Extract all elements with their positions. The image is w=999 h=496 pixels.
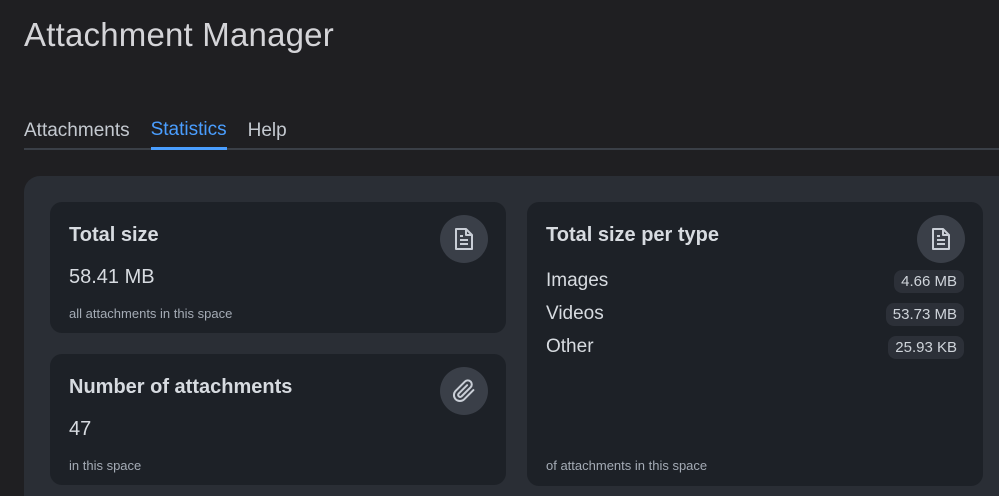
num-attachments-card: Number of attachments 47 in this space [50,354,506,485]
tab-attachments[interactable]: Attachments [24,120,130,150]
page-title: Attachment Manager [24,16,334,53]
statistics-panel: Total size 58.41 MB all attachments in t… [24,176,999,496]
file-text-icon [917,215,965,263]
card-title: Total size per type [546,224,720,246]
type-label: Other [546,336,594,357]
total-size-value: 58.41 MB [69,266,155,288]
size-badge: 4.66 MB [894,269,964,293]
file-text-icon [440,215,488,263]
card-subtitle: in this space [69,458,142,473]
list-item: Videos 53.73 MB [546,302,964,326]
card-title: Number of attachments [69,376,293,398]
type-label: Videos [546,303,604,324]
total-size-card: Total size 58.41 MB all attachments in t… [50,202,506,333]
list-item: Other 25.93 KB [546,335,964,359]
card-subtitle: of attachments in this space [546,458,708,473]
size-badge: 53.73 MB [885,302,964,326]
num-attachments-value: 47 [69,418,92,440]
tab-bar: Attachments Statistics Help [24,104,999,150]
tab-help[interactable]: Help [248,120,287,150]
paperclip-icon [440,367,488,415]
card-subtitle: all attachments in this space [69,306,233,321]
card-title: Total size [69,224,159,246]
list-item: Images 4.66 MB [546,269,964,293]
size-per-type-card: Total size per type Images 4.66 MB Video… [527,202,983,486]
size-badge: 25.93 KB [888,335,964,359]
tab-statistics[interactable]: Statistics [150,119,227,150]
type-label: Images [546,270,609,291]
